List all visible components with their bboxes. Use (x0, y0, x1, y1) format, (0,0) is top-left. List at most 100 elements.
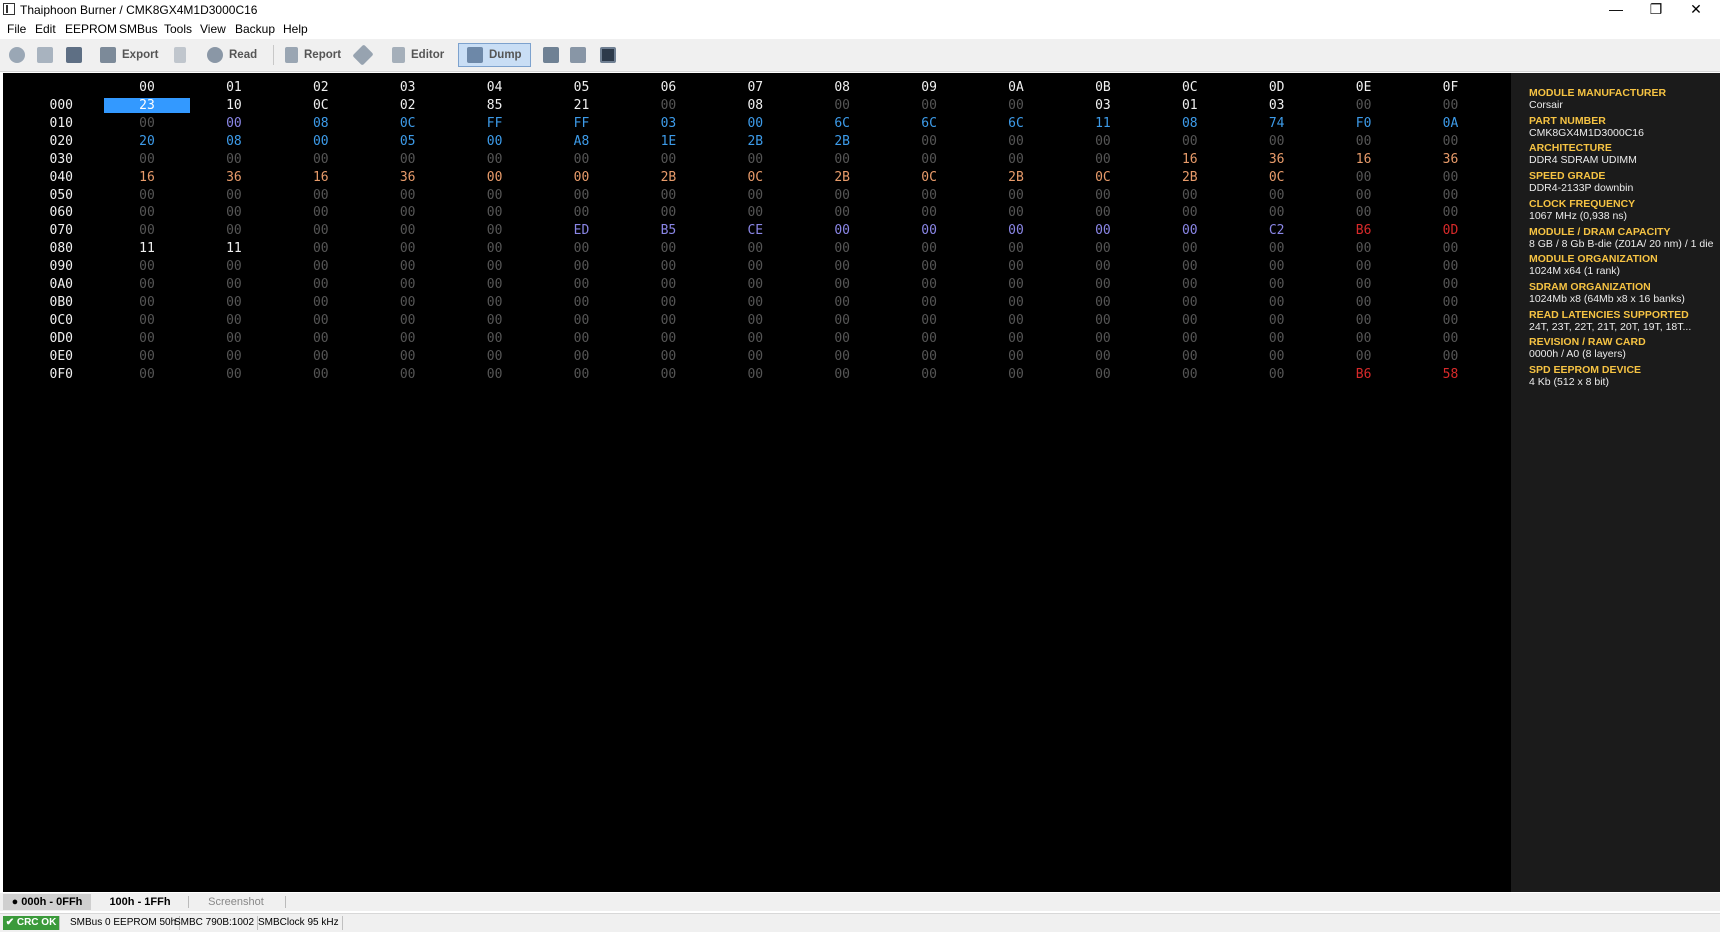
connect-button[interactable] (9, 44, 31, 66)
hex-cell[interactable]: 00 (1073, 152, 1133, 167)
hex-cell[interactable]: 00 (899, 241, 959, 256)
hex-cell[interactable]: 00 (986, 349, 1046, 364)
hex-cell[interactable]: 00 (552, 349, 612, 364)
hex-cell[interactable]: 2B (812, 134, 872, 149)
hex-cell[interactable]: 00 (465, 259, 525, 274)
hex-cell[interactable]: 00 (291, 295, 351, 310)
hex-cell[interactable]: 00 (1073, 223, 1133, 238)
export-button[interactable]: Export (100, 44, 158, 66)
hex-cell[interactable]: 00 (1160, 295, 1220, 310)
hex-cell[interactable]: 00 (638, 295, 698, 310)
hex-cell[interactable]: 00 (1247, 331, 1307, 346)
hex-cell[interactable]: 00 (725, 367, 785, 382)
hex-cell[interactable]: 00 (899, 259, 959, 274)
hex-cell[interactable]: C2 (1247, 223, 1307, 238)
hex-cell[interactable]: 00 (725, 295, 785, 310)
hex-cell[interactable]: 00 (117, 295, 177, 310)
report-button[interactable]: Report (285, 44, 341, 66)
hex-cell[interactable]: 58 (1421, 367, 1481, 382)
hex-cell[interactable]: 05 (378, 134, 438, 149)
hex-cell[interactable]: 0C (291, 98, 351, 113)
hex-cell[interactable]: 00 (1073, 205, 1133, 220)
menu-smbus[interactable]: SMBus (119, 22, 158, 36)
hex-cell[interactable]: 00 (291, 152, 351, 167)
menu-help[interactable]: Help (283, 22, 308, 36)
hex-cell[interactable]: 00 (1334, 241, 1394, 256)
hex-cell[interactable]: 00 (378, 367, 438, 382)
hex-cell[interactable]: 00 (638, 277, 698, 292)
hex-cell[interactable]: 00 (378, 241, 438, 256)
menu-tools[interactable]: Tools (164, 22, 192, 36)
hex-cell[interactable]: 00 (899, 152, 959, 167)
hex-cell[interactable]: 2B (812, 170, 872, 185)
hex-cell[interactable]: 03 (638, 116, 698, 131)
hex-cell[interactable]: 00 (1247, 313, 1307, 328)
hex-cell[interactable]: 00 (1334, 134, 1394, 149)
hex-cell[interactable]: 00 (1334, 349, 1394, 364)
hex-cell[interactable]: 00 (1073, 313, 1133, 328)
menu-view[interactable]: View (200, 22, 226, 36)
hex-cell[interactable]: 00 (1334, 98, 1394, 113)
hex-cell[interactable]: 00 (638, 205, 698, 220)
hex-cell[interactable]: 00 (291, 241, 351, 256)
hex-cell[interactable]: 16 (291, 170, 351, 185)
tab-screenshot[interactable]: Screenshot (188, 894, 284, 910)
hex-cell[interactable]: A8 (552, 134, 612, 149)
hex-cell[interactable]: 08 (204, 134, 264, 149)
hex-cell[interactable]: 00 (638, 331, 698, 346)
hex-cell[interactable]: B6 (1334, 367, 1394, 382)
hex-cell[interactable]: 00 (552, 205, 612, 220)
hex-cell[interactable]: 00 (638, 259, 698, 274)
hex-cell[interactable]: 00 (204, 188, 264, 203)
hex-cell[interactable]: 6C (986, 116, 1046, 131)
hex-cell[interactable]: 00 (899, 331, 959, 346)
hex-cell[interactable]: 00 (1160, 331, 1220, 346)
hex-cell[interactable]: 00 (899, 367, 959, 382)
hex-cell[interactable]: 00 (378, 295, 438, 310)
hex-cell[interactable]: 00 (986, 188, 1046, 203)
hex-cell[interactable]: 00 (1247, 134, 1307, 149)
read-button[interactable]: Read (207, 44, 257, 66)
hex-cell[interactable]: 00 (378, 205, 438, 220)
dump-button[interactable]: Dump (458, 43, 531, 67)
hex-cell[interactable]: 00 (378, 188, 438, 203)
hex-cell[interactable]: 00 (1073, 331, 1133, 346)
hex-cell[interactable]: 00 (986, 98, 1046, 113)
hex-cell[interactable]: 00 (552, 295, 612, 310)
hex-cell[interactable]: 00 (204, 313, 264, 328)
hex-cell[interactable]: FF (465, 116, 525, 131)
hex-cell[interactable]: 0D (1421, 223, 1481, 238)
menu-file[interactable]: File (7, 22, 26, 36)
hex-cell[interactable]: 00 (725, 205, 785, 220)
hex-cell[interactable]: 00 (638, 349, 698, 364)
hex-cell[interactable]: 00 (986, 367, 1046, 382)
hex-cell[interactable]: 6C (899, 116, 959, 131)
hex-cell[interactable]: 00 (812, 259, 872, 274)
hex-cell[interactable]: 2B (638, 170, 698, 185)
hex-cell[interactable]: 00 (465, 313, 525, 328)
hex-cell[interactable]: 00 (204, 152, 264, 167)
copy-button[interactable] (570, 44, 592, 66)
hex-cell[interactable]: 00 (1421, 331, 1481, 346)
hex-cell[interactable]: 16 (1334, 152, 1394, 167)
lock-button[interactable] (174, 44, 192, 66)
hex-cell[interactable]: 00 (1160, 367, 1220, 382)
hex-cell[interactable]: 00 (291, 367, 351, 382)
hex-cell[interactable]: 00 (1334, 205, 1394, 220)
hex-cell[interactable]: 01 (1160, 98, 1220, 113)
hex-cell[interactable]: 2B (986, 170, 1046, 185)
hex-cell[interactable]: 00 (899, 205, 959, 220)
hex-cell[interactable]: 0C (899, 170, 959, 185)
hex-cell[interactable]: 85 (465, 98, 525, 113)
tools-button[interactable] (352, 44, 376, 66)
hex-cell[interactable]: 00 (986, 295, 1046, 310)
hex-cell[interactable]: 00 (899, 188, 959, 203)
hex-cell[interactable]: 00 (986, 259, 1046, 274)
hex-cell[interactable]: 00 (899, 134, 959, 149)
hex-cell[interactable]: 00 (1421, 170, 1481, 185)
menu-backup[interactable]: Backup (235, 22, 275, 36)
hex-cell[interactable]: 03 (1247, 98, 1307, 113)
hex-cell[interactable]: 00 (291, 259, 351, 274)
hex-cell[interactable]: 00 (812, 349, 872, 364)
hex-cell[interactable]: 00 (812, 241, 872, 256)
